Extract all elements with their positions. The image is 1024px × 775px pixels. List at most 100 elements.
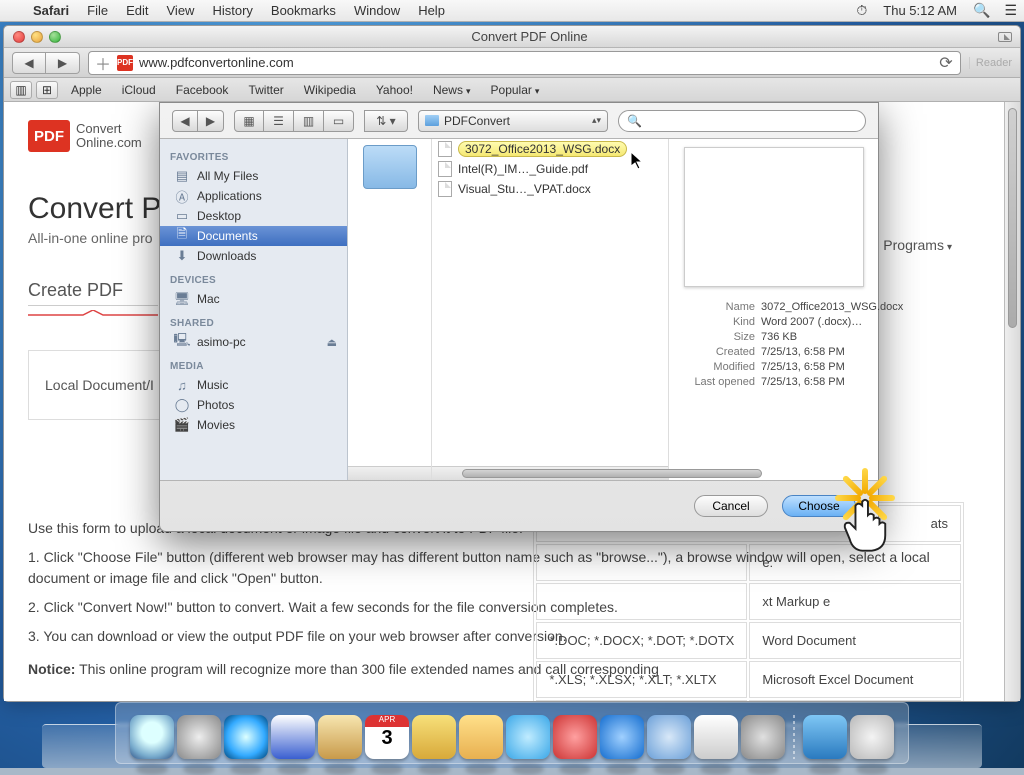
bookmark-popular[interactable]: Popular — [482, 83, 549, 97]
column-view-icon: ▥ — [294, 110, 324, 132]
page-scrollbar[interactable] — [1004, 102, 1020, 701]
bookmark-apple[interactable]: Apple — [62, 83, 111, 97]
sidebar-heading-favorites: Favorites — [160, 143, 347, 166]
file-row[interactable]: Intel(R)_IM…_Guide.pdf — [432, 159, 668, 179]
menu-view[interactable]: View — [158, 3, 204, 18]
dock-preferences-icon[interactable] — [741, 715, 785, 759]
menu-bookmarks[interactable]: Bookmarks — [262, 3, 345, 18]
desktop-icon: ▭ — [174, 209, 190, 223]
downloads-icon: ⬇ — [174, 249, 190, 263]
choose-button[interactable]: Choose — [782, 495, 856, 517]
dialog-forward-icon: ▶ — [198, 110, 224, 132]
dock-reminders-icon[interactable] — [459, 715, 503, 759]
top-sites-icon[interactable]: ⊞ — [36, 81, 58, 99]
pdf-file-icon — [438, 161, 452, 177]
column-1[interactable] — [348, 139, 432, 480]
file-row-selected[interactable]: 3072_Office2013_WSG.docx — [432, 139, 668, 159]
folder-thumb-icon[interactable] — [363, 145, 417, 189]
safari-window: Convert PDF Online ◀ ▶ ＋ PDF www.pdfconv… — [3, 25, 1021, 702]
sidebar-music[interactable]: ♫Music — [160, 375, 347, 395]
add-bookmark-icon[interactable]: ＋ — [95, 51, 111, 75]
scrollbar-thumb[interactable] — [462, 469, 762, 478]
notification-center-icon[interactable]: ☰ — [997, 2, 1024, 19]
bookmark-news[interactable]: News — [424, 83, 480, 97]
menu-history[interactable]: History — [203, 3, 261, 18]
menu-window[interactable]: Window — [345, 3, 409, 18]
file-list-scrollbar[interactable] — [432, 466, 668, 480]
dock-photobooth-icon[interactable] — [553, 715, 597, 759]
zoom-window-button[interactable] — [49, 31, 61, 43]
sidebar-photos[interactable]: ◯Photos — [160, 395, 347, 415]
bookmark-twitter[interactable]: Twitter — [239, 83, 292, 97]
bookmark-yahoo[interactable]: Yahoo! — [367, 83, 422, 97]
menu-help[interactable]: Help — [409, 3, 454, 18]
eject-icon: ⏏ — [327, 336, 337, 349]
sidebar-mac[interactable]: 🖥Mac — [160, 289, 347, 309]
minimize-window-button[interactable] — [31, 31, 43, 43]
sidebar-movies[interactable]: 🎬Movies — [160, 415, 347, 435]
arrange-dropdown[interactable]: ⇅ ▾ — [364, 110, 408, 132]
bookmark-facebook[interactable]: Facebook — [167, 83, 238, 97]
photos-icon: ◯ — [174, 398, 190, 412]
docx-file-icon — [438, 141, 452, 157]
dock-calendar-icon[interactable]: APR3 — [365, 715, 409, 759]
dock-safari-icon[interactable] — [224, 715, 268, 759]
sidebar-shared-pc[interactable]: 🖳asimo-pc⏏ — [160, 332, 347, 352]
column-scrollbar[interactable] — [348, 466, 431, 480]
mac-menubar: Safari File Edit View History Bookmarks … — [0, 0, 1024, 22]
sidebar-heading-media: Media — [160, 352, 347, 375]
history-nav[interactable]: ◀▶ — [172, 110, 224, 132]
reader-button[interactable]: Reader — [969, 57, 1012, 69]
dock-textedit-icon[interactable] — [694, 715, 738, 759]
sidebar-desktop[interactable]: ▭Desktop — [160, 206, 347, 226]
address-bar[interactable]: ＋ PDF www.pdfconvertonline.com ⟳ — [88, 51, 961, 75]
scrollbar-thumb[interactable] — [1008, 108, 1017, 328]
dock-notes-icon[interactable] — [412, 715, 456, 759]
time-machine-icon[interactable]: ⏱ — [849, 2, 874, 19]
dock-trash-icon[interactable] — [850, 715, 894, 759]
tab-create-pdf[interactable]: Create PDF — [28, 280, 123, 301]
forward-button[interactable]: ▶ — [46, 52, 80, 74]
search-icon: 🔍 — [627, 114, 642, 128]
cancel-button[interactable]: Cancel — [694, 495, 768, 517]
dialog-search-input[interactable]: 🔍 — [618, 110, 866, 132]
close-window-button[interactable] — [13, 31, 25, 43]
sidebar-downloads[interactable]: ⬇Downloads — [160, 246, 347, 266]
dock-launchpad-icon[interactable] — [177, 715, 221, 759]
dock-mail-icon[interactable] — [271, 715, 315, 759]
sidebar-all-my-files[interactable]: ▤All My Files — [160, 166, 347, 186]
reload-icon[interactable]: ⟳ — [938, 53, 954, 73]
arrange-icon: ⇅ ▾ — [364, 110, 408, 132]
sidebar-applications[interactable]: ⒶApplications — [160, 186, 347, 206]
file-row[interactable]: Visual_Stu…_VPAT.docx — [432, 179, 668, 199]
dock-itunes-icon[interactable] — [600, 715, 644, 759]
dock-appstore-icon[interactable] — [647, 715, 691, 759]
app-menu[interactable]: Safari — [24, 3, 78, 18]
shared-pc-icon: 🖳 — [174, 335, 190, 349]
menu-file[interactable]: File — [78, 3, 117, 18]
bookmark-wikipedia[interactable]: Wikipedia — [295, 83, 365, 97]
view-mode-switcher[interactable]: ▦☰▥▭ — [234, 110, 354, 132]
all-my-files-icon: ▤ — [174, 169, 190, 183]
menu-edit[interactable]: Edit — [117, 3, 157, 18]
bookmark-icloud[interactable]: iCloud — [113, 83, 165, 97]
dock-finder-icon[interactable] — [130, 715, 174, 759]
dock: APR3 — [115, 702, 909, 764]
menubar-clock[interactable]: Thu 5:12 AM — [874, 3, 966, 18]
file-list-column: 3072_Office2013_WSG.docx Intel(R)_IM…_Gu… — [432, 139, 668, 480]
dock-messages-icon[interactable] — [506, 715, 550, 759]
window-titlebar[interactable]: Convert PDF Online — [4, 26, 1020, 48]
dock-contacts-icon[interactable] — [318, 715, 362, 759]
preview-pane: Name3072_Office2013_WSG.docx KindWord 20… — [668, 139, 878, 480]
show-bookmarks-icon[interactable]: ▥ — [10, 81, 32, 99]
url-text: www.pdfconvertonline.com — [139, 55, 932, 70]
list-view-icon: ☰ — [264, 110, 294, 132]
back-button[interactable]: ◀ — [12, 52, 46, 74]
dock-documents-folder-icon[interactable] — [803, 715, 847, 759]
folder-dropdown[interactable]: PDFConvert ▴▾ — [418, 110, 608, 132]
sidebar-documents[interactable]: 🗎Documents — [160, 226, 347, 246]
fullscreen-button[interactable] — [998, 32, 1012, 42]
spotlight-icon[interactable]: 🔍 — [966, 2, 997, 19]
folder-icon — [425, 115, 439, 126]
applications-icon: Ⓐ — [174, 189, 190, 203]
